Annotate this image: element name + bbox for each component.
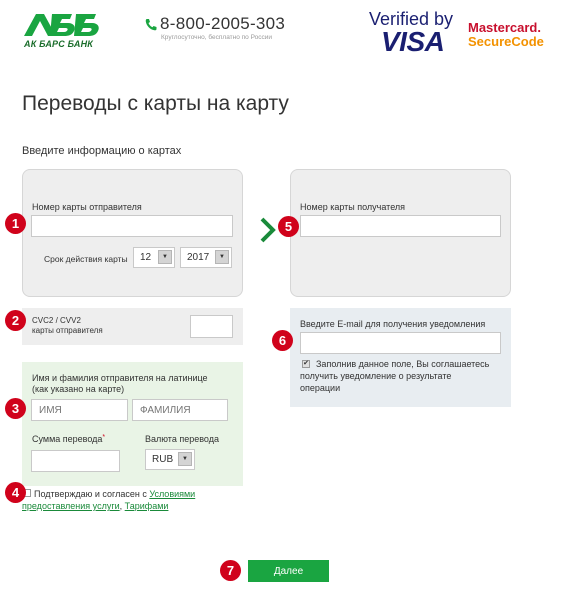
terms-link-part1[interactable]: Условиями (149, 489, 195, 499)
expiry-month-value: 12 (140, 252, 152, 263)
email-notify-text: Заполнив данное поле, Вы соглашаетесь (316, 359, 489, 370)
step-badge-7: 7 (220, 560, 241, 581)
sender-name-label-line2: (как указано на карте) (32, 384, 125, 394)
sender-name-label-line1: Имя и фамилия отправителя на латинице (32, 373, 208, 383)
agreement-text: Подтверждаю и согласен с (34, 489, 147, 499)
mastercard-text: Mastercard. (468, 20, 541, 35)
cvc-label: CVC2 / CVV2 карты отправителя (32, 316, 103, 336)
agreement-comma: , (119, 501, 123, 511)
email-input[interactable] (300, 332, 501, 354)
recipient-card-input[interactable] (300, 215, 501, 237)
sender-card-label: Номер карты отправителя (32, 202, 142, 212)
next-button[interactable]: Далее (248, 560, 329, 582)
logo-text: АК БАРС БАНК (24, 39, 94, 49)
page-subtitle: Введите информацию о картах (22, 145, 182, 157)
agreement-line2: предоставления услуги, Тарифами (22, 500, 168, 512)
recipient-card-label: Номер карты получателя (300, 202, 406, 212)
required-mark: * (102, 434, 106, 441)
hotline-phone[interactable]: 8-800-2005-303 (160, 14, 285, 34)
visa-logo: VISA (381, 26, 445, 57)
last-name-input[interactable] (132, 399, 228, 421)
amount-input[interactable] (31, 450, 120, 472)
expiry-year-value: 2017 (187, 252, 210, 263)
expiry-month-select[interactable]: 12 ▼ (133, 247, 175, 268)
currency-label: Валюта перевода (145, 434, 219, 444)
page-title: Переводы с карты на карту (22, 92, 289, 115)
expiry-label: Срок действия карты (44, 254, 128, 264)
cvc-input[interactable] (190, 315, 233, 338)
tariffs-link[interactable]: Тарифами (125, 501, 169, 511)
expiry-year-select[interactable]: 2017 ▼ (180, 247, 232, 268)
email-notify-text-cont: получить уведомление о результате операц… (300, 370, 451, 394)
agreement-line1: Подтверждаю и согласен с Условиями (34, 488, 195, 500)
amount-label: Сумма перевода* (32, 434, 105, 444)
phone-icon (145, 19, 157, 31)
step-badge-3: 3 (5, 398, 26, 419)
step-badge-4: 4 (5, 482, 26, 503)
email-notify-checkbox[interactable]: ✔ (302, 360, 310, 368)
email-notify-line3: операции (300, 383, 341, 393)
chevron-right-icon (260, 217, 276, 243)
hotline-note: Круглосуточно, бесплатно по России (161, 34, 273, 41)
terms-link-part2[interactable]: предоставления услуги (22, 501, 120, 511)
sender-name-label: Имя и фамилия отправителя на латинице (к… (32, 373, 208, 395)
email-notify-line2: получить уведомление о результате (300, 371, 452, 381)
step-badge-2: 2 (5, 310, 26, 331)
currency-select[interactable]: RUB ▼ (145, 449, 195, 470)
first-name-input[interactable] (31, 399, 128, 421)
sender-card-input[interactable] (31, 215, 233, 237)
chevron-down-icon: ▼ (158, 250, 172, 264)
email-notify-line1: Заполнив данное поле, Вы соглашаетесь (316, 359, 490, 369)
securecode-text: SecureCode (468, 34, 544, 49)
chevron-down-icon: ▼ (178, 452, 192, 466)
currency-value: RUB (152, 454, 174, 465)
cvc-label-line2: карты отправителя (32, 326, 103, 335)
step-badge-5: 5 (278, 216, 299, 237)
chevron-down-icon: ▼ (215, 250, 229, 264)
step-badge-1: 1 (5, 213, 26, 234)
step-badge-6: 6 (272, 330, 293, 351)
cvc-label-line1: CVC2 / CVV2 (32, 316, 81, 325)
amount-label-text: Сумма перевода (32, 434, 103, 444)
email-label: Введите E-mail для получения уведомления (300, 319, 486, 329)
